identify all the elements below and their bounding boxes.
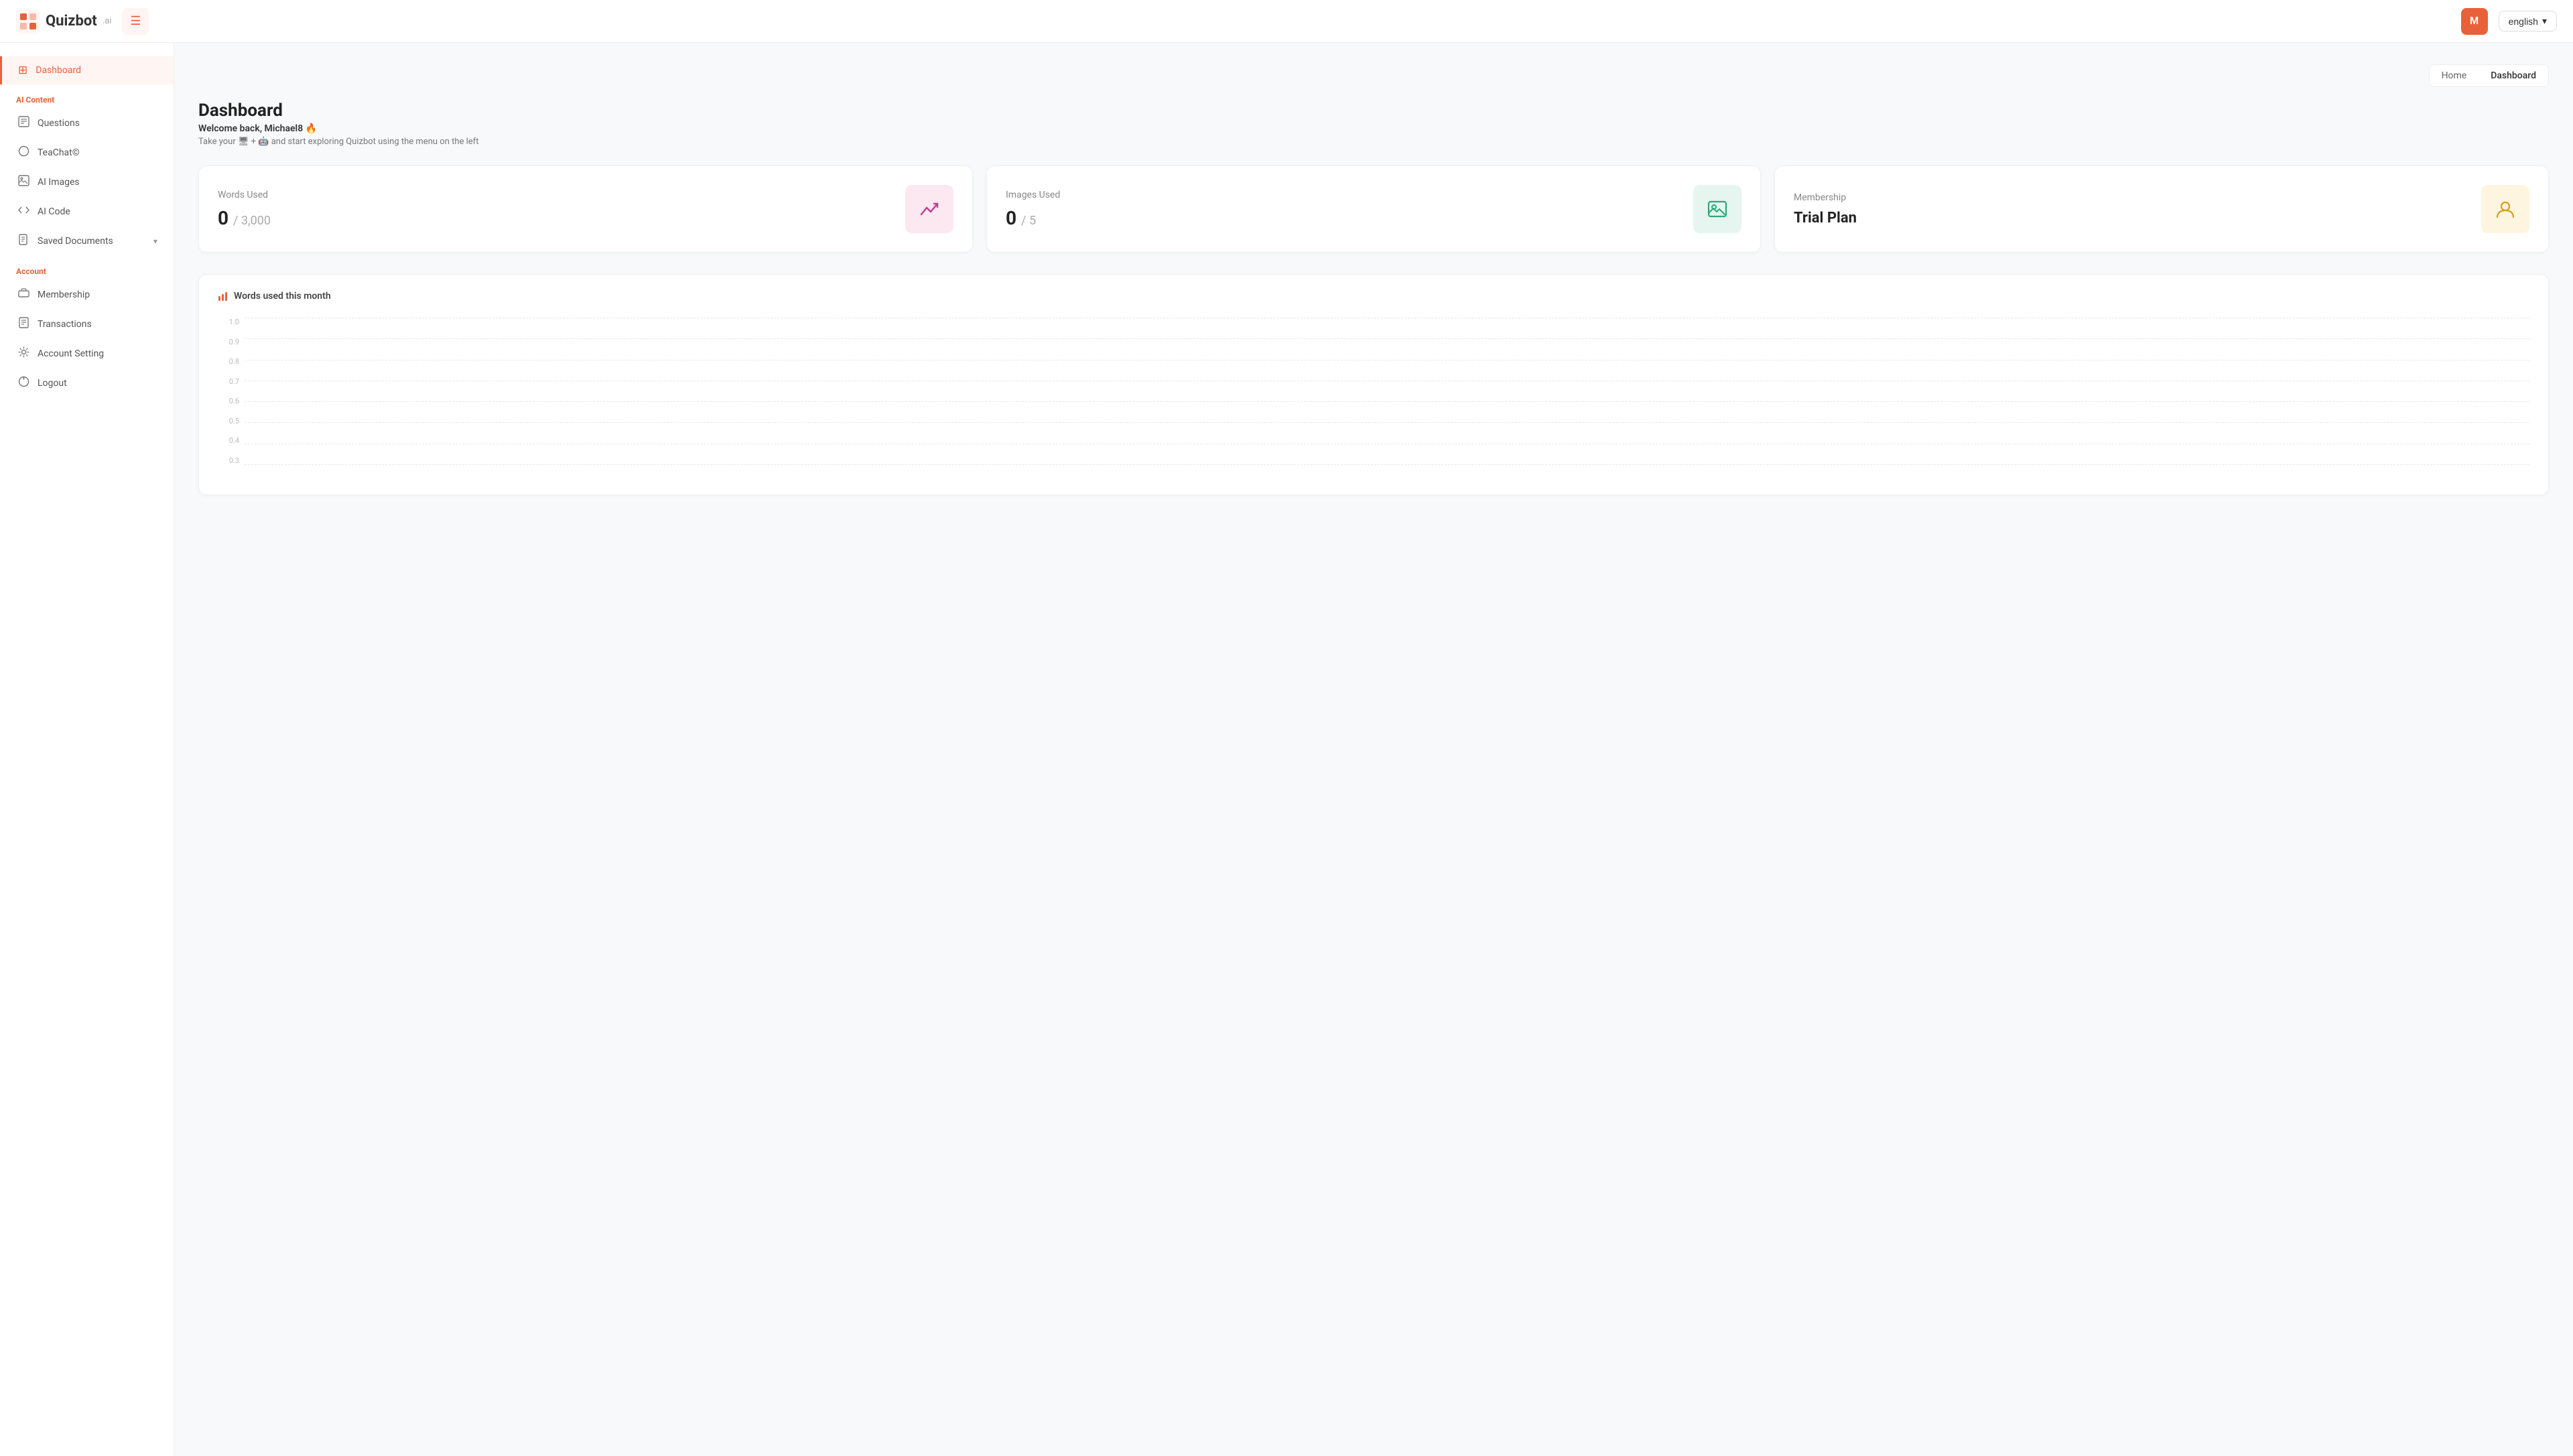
- dashboard-icon: ⊞: [18, 64, 27, 77]
- y-label-1: 1.0: [229, 318, 242, 326]
- ai-content-section-label: AI Content: [0, 84, 174, 109]
- words-icon-box: [905, 185, 953, 233]
- logo-suffix: .ai: [103, 16, 112, 26]
- chart-title: Words used this month: [234, 291, 331, 302]
- stat-card-images-info: Images Used 0 / 5: [1006, 190, 1060, 229]
- logo: Quizbot .ai: [16, 9, 111, 34]
- sidebar-label-teachat: TeaChat©: [38, 147, 80, 158]
- trend-up-icon: [917, 197, 941, 221]
- saved-documents-icon: [18, 234, 29, 249]
- sidebar-label-transactions: Transactions: [38, 319, 92, 330]
- images-icon-box: [1693, 185, 1741, 233]
- breadcrumb: Home Dashboard: [2429, 64, 2549, 87]
- stat-card-membership-info: Membership Trial Plan: [1794, 192, 1857, 226]
- y-label-05: 0.5: [229, 417, 242, 425]
- stat-card-words-info: Words Used 0 / 3,000: [218, 190, 271, 229]
- y-label-07: 0.7: [229, 377, 242, 386]
- page-title: Dashboard: [198, 101, 2549, 121]
- sidebar-item-questions[interactable]: Questions: [0, 109, 174, 138]
- page-description: Take your 🖥 + 🤖 and start exploring Quiz…: [198, 137, 2549, 147]
- hamburger-button[interactable]: ☰: [122, 8, 149, 35]
- sidebar-label-ai-images: AI Images: [38, 177, 80, 188]
- sidebar-item-logout[interactable]: Logout: [0, 369, 174, 398]
- user-avatar-button[interactable]: M: [2461, 8, 2488, 35]
- language-selector[interactable]: english ▾: [2499, 11, 2557, 31]
- chart-section: Words used this month 1.0 0.9 0.8 0.7 0.…: [198, 274, 2549, 495]
- sidebar-item-dashboard[interactable]: ⊞ Dashboard: [0, 56, 174, 84]
- sidebar-item-ai-images[interactable]: AI Images: [0, 168, 174, 197]
- sidebar: ⊞ Dashboard AI Content Questions TeaChat…: [0, 43, 174, 1456]
- sidebar-item-ai-code[interactable]: AI Code: [0, 197, 174, 226]
- sidebar-label-questions: Questions: [38, 118, 80, 129]
- questions-icon: [18, 116, 29, 131]
- header-right: M english ▾: [2461, 8, 2557, 35]
- account-setting-icon: [18, 346, 29, 361]
- ai-images-icon: [18, 175, 29, 190]
- logout-icon: [18, 376, 29, 391]
- chart-bar-icon: [218, 291, 228, 302]
- account-section-label: Account: [0, 256, 174, 280]
- sidebar-item-account-setting[interactable]: Account Setting: [0, 339, 174, 369]
- main-content: Home Dashboard Dashboard Welcome back, M…: [174, 43, 2573, 1456]
- images-used-value: 0 / 5: [1006, 207, 1060, 229]
- language-arrow: ▾: [2542, 15, 2547, 27]
- words-used-value: 0 / 3,000: [218, 207, 271, 229]
- membership-icon: [18, 287, 29, 302]
- y-label-08: 0.8: [229, 357, 242, 366]
- sidebar-label-membership: Membership: [38, 289, 90, 300]
- words-used-label: Words Used: [218, 190, 271, 200]
- main-layout: ⊞ Dashboard AI Content Questions TeaChat…: [0, 43, 2573, 1456]
- image-icon: [1705, 197, 1729, 221]
- person-icon: [2493, 197, 2517, 221]
- language-label: english: [2509, 16, 2538, 27]
- images-used-label: Images Used: [1006, 190, 1060, 200]
- chart-area: 1.0 0.9 0.8 0.7 0.6 0.5 0.4 0.3: [218, 318, 2529, 478]
- sidebar-label-saved-documents: Saved Documents: [38, 236, 113, 247]
- sidebar-label-dashboard: Dashboard: [36, 65, 81, 76]
- y-label-09: 0.9: [229, 338, 242, 346]
- breadcrumb-current: Dashboard: [2479, 65, 2548, 86]
- logo-text: Quizbot: [46, 13, 97, 29]
- membership-icon-box: [2481, 185, 2529, 233]
- sidebar-item-transactions[interactable]: Transactions: [0, 310, 174, 339]
- sidebar-label-ai-code: AI Code: [38, 206, 70, 217]
- sidebar-label-account-setting: Account Setting: [38, 348, 104, 359]
- teachat-icon: [18, 145, 29, 160]
- transactions-icon: [18, 317, 29, 332]
- stat-card-membership: Membership Trial Plan: [1774, 166, 2549, 253]
- stat-card-words: Words Used 0 / 3,000: [198, 166, 973, 253]
- chart-y-labels: 1.0 0.9 0.8 0.7 0.6 0.5 0.4 0.3: [218, 318, 242, 465]
- breadcrumb-bar: Home Dashboard: [198, 64, 2549, 87]
- sidebar-item-teachat[interactable]: TeaChat©: [0, 138, 174, 168]
- y-label-06: 0.6: [229, 397, 242, 405]
- header-left: Quizbot .ai ☰: [16, 8, 149, 35]
- sidebar-item-saved-documents[interactable]: Saved Documents ▾: [0, 226, 174, 256]
- membership-value: Trial Plan: [1794, 210, 1857, 226]
- chart-svg: [245, 318, 2529, 478]
- breadcrumb-home[interactable]: Home: [2430, 65, 2479, 86]
- chart-header: Words used this month: [218, 291, 2529, 302]
- sidebar-label-logout: Logout: [38, 378, 67, 389]
- y-label-04: 0.4: [229, 436, 242, 445]
- stat-card-images: Images Used 0 / 5: [986, 166, 1761, 253]
- ai-code-icon: [18, 204, 29, 219]
- stat-cards: Words Used 0 / 3,000 Images Used: [198, 166, 2549, 253]
- y-label-03: 0.3: [229, 456, 242, 465]
- sidebar-item-membership[interactable]: Membership: [0, 280, 174, 310]
- saved-documents-badge: ▾: [153, 237, 157, 246]
- app-header: Quizbot .ai ☰ M english ▾: [0, 0, 2573, 43]
- membership-label: Membership: [1794, 192, 1857, 203]
- page-subtitle: Welcome back, Michael8 🔥: [198, 123, 2549, 134]
- logo-icon: [16, 9, 40, 34]
